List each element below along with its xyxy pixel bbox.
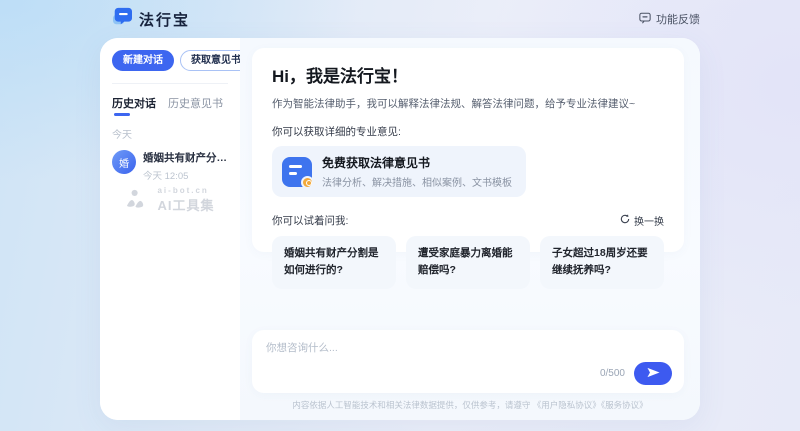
sidebar-actions: 新建对话 获取意见书 [112,50,228,71]
document-search-icon [282,157,312,187]
app-logo: 法行宝 [112,7,190,31]
free-opinion-card[interactable]: 免费获取法律意见书 法律分析、解决措施、相似案例、文书模板 [272,146,526,197]
feedback-label: 功能反馈 [656,11,700,27]
top-bar: 法行宝 功能反馈 [0,0,800,38]
opinion-intro: 你可以获取详细的专业意见: [272,124,664,139]
history-group-label: 今天 [112,126,228,141]
send-icon [647,366,660,381]
suggestions-header: 你可以试着问我: 换一换 [272,213,664,228]
watermark-line1: ai-bot.cn [157,186,214,195]
char-counter: 0/500 [600,368,625,379]
greeting-subtitle: 作为智能法律助手，我可以解释法律法规、解答法律问题，给予专业法律建议~ [272,96,664,111]
feedback-button[interactable]: 功能反馈 [639,11,700,27]
suggested-questions: 婚姻共有财产分割是如何进行的? 遭受家庭暴力离婚能赔偿吗? 子女超过18周岁还要… [272,236,664,289]
watermark-line2: AI工具集 [157,195,214,214]
try-ask-label: 你可以试着问我: [272,213,348,228]
watermark: ai-bot.cn AI工具集 [100,186,240,214]
tab-history-opinions[interactable]: 历史意见书 [168,95,223,116]
history-list-item[interactable]: 婚 婚姻共有财产分割是如何... 今天 12:05 [112,150,228,182]
app-panel: 新建对话 获取意见书 历史对话 历史意见书 今天 婚 婚姻共有财产分割是如何..… [100,38,700,420]
history-item-title: 婚姻共有财产分割是如何... [143,150,231,165]
opinion-card-subtitle: 法律分析、解决措施、相似案例、文书模板 [322,174,512,189]
send-button[interactable] [634,362,672,385]
privacy-policy-link[interactable]: 《用户隐私协议》 [533,400,601,410]
refresh-suggestions-button[interactable]: 换一换 [620,213,664,228]
refresh-icon [620,214,630,227]
feedback-icon [639,12,651,27]
app-logo-icon [112,7,133,31]
new-chat-button[interactable]: 新建对话 [112,50,174,71]
chat-input-card: 0/500 [252,330,684,393]
main-area: Hi，我是法行宝！ 作为智能法律助手，我可以解释法律法规、解答法律问题，给予专业… [240,38,700,420]
page: 法行宝 功能反馈 新建对话 获取意见书 历史对话 历史意见书 [0,0,800,431]
disclaimer-text: 内容依据人工智能技术和相关法律数据提供，仅供参考，请遵守 [292,400,530,410]
sidebar: 新建对话 获取意见书 历史对话 历史意见书 今天 婚 婚姻共有财产分割是如何..… [100,38,240,420]
watermark-logo-icon [125,187,151,214]
history-item-avatar: 婚 [112,150,136,174]
disclaimer-footer: 内容依据人工智能技术和相关法律数据提供，仅供参考，请遵守 《用户隐私协议》《服务… [240,399,700,411]
greeting-title: Hi，我是法行宝！ [272,62,664,87]
tab-history-chats[interactable]: 历史对话 [112,95,156,116]
opinion-card-title: 免费获取法律意见书 [322,154,512,171]
opinion-card-texts: 免费获取法律意见书 法律分析、解决措施、相似案例、文书模板 [322,154,512,189]
suggested-question-1[interactable]: 婚姻共有财产分割是如何进行的? [272,236,396,289]
refresh-label: 换一换 [634,213,664,228]
input-footer: 0/500 [600,362,672,385]
sidebar-divider [112,83,228,84]
suggested-question-2[interactable]: 遭受家庭暴力离婚能赔偿吗? [406,236,530,289]
suggested-question-3[interactable]: 子女超过18周岁还要继续抚养吗? [540,236,664,289]
terms-of-service-link[interactable]: 《服务协议》 [601,400,648,410]
watermark-text: ai-bot.cn AI工具集 [157,186,214,214]
sidebar-tabs: 历史对话 历史意见书 [112,95,228,116]
greeting-card: Hi，我是法行宝！ 作为智能法律助手，我可以解释法律法规、解答法律问题，给予专业… [252,48,684,252]
history-item-time: 今天 12:05 [143,168,231,182]
app-title: 法行宝 [139,9,190,30]
history-item-texts: 婚姻共有财产分割是如何... 今天 12:05 [143,150,231,182]
